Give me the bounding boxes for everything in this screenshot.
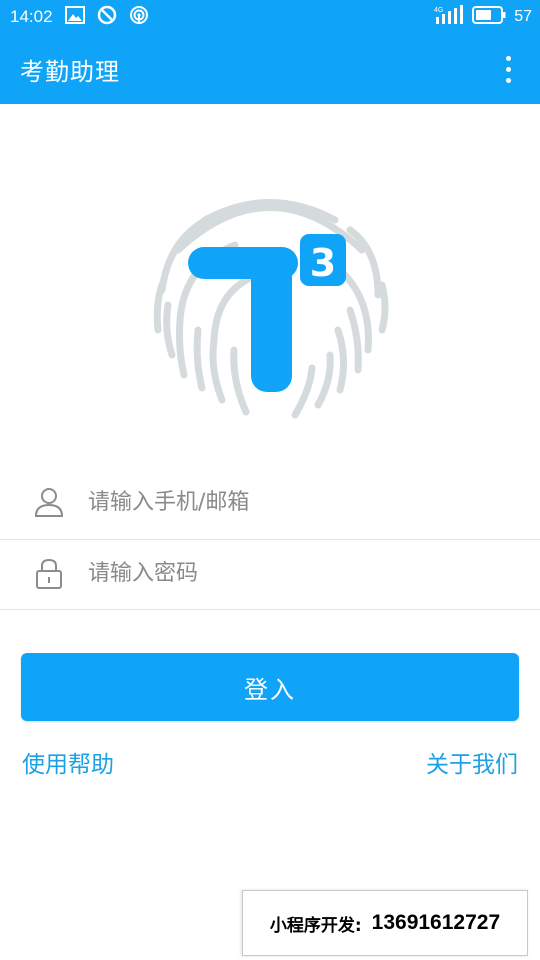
hotspot-icon (129, 5, 149, 29)
password-field[interactable] (0, 538, 540, 608)
about-link[interactable]: 关于我们 (426, 745, 518, 779)
field-divider (0, 609, 540, 610)
app-logo: 3 (150, 190, 390, 420)
blocked-icon (97, 5, 117, 29)
battery-level: 57 (514, 8, 532, 25)
promo-label: 小程序开发: (269, 915, 362, 936)
status-time: 14:02 (10, 7, 53, 26)
status-bar: 14:02 4G 57 (0, 0, 540, 34)
network-type: 4G (434, 7, 443, 14)
lock-icon (32, 556, 66, 590)
battery-icon (472, 6, 506, 28)
signal-icon: 4G (434, 5, 464, 29)
app-title: 考勤助理 (20, 57, 120, 86)
password-input[interactable] (86, 559, 490, 587)
status-notification-icons (64, 5, 149, 29)
app-bar: 考勤助理 (0, 34, 540, 104)
fingerprint-icon: 3 (153, 199, 389, 419)
user-icon (32, 485, 66, 519)
promo-phone: 13691612727 (371, 911, 501, 934)
login-screen: 14:02 4G 57 考勤助理 3 请输入手机/邮箱 登入 使用帮助 关于我们… (0, 0, 540, 960)
more-vert-icon[interactable] (496, 49, 520, 89)
status-system-icons: 4G 57 (434, 5, 532, 29)
logo-superscript: 3 (310, 241, 336, 285)
promo-banner: 小程序开发: 13691612727 (242, 890, 528, 956)
image-icon (64, 6, 85, 28)
account-field[interactable] (0, 467, 540, 537)
account-input[interactable] (86, 488, 490, 516)
help-link[interactable]: 使用帮助 (22, 745, 114, 779)
login-button[interactable]: 登入 (21, 653, 519, 721)
